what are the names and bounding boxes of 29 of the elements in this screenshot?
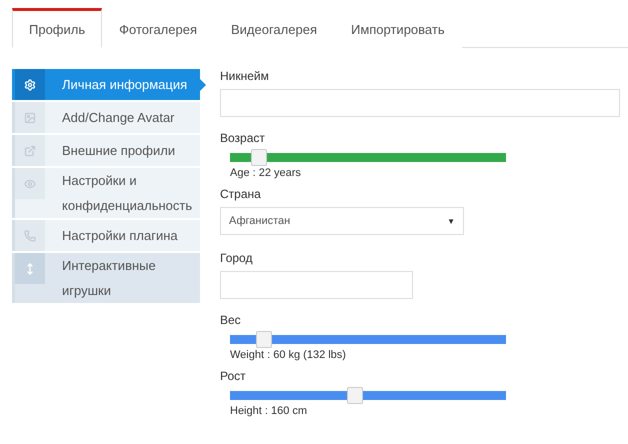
slider-thumb[interactable] bbox=[347, 387, 364, 404]
external-link-icon bbox=[24, 144, 36, 156]
sidebar-item[interactable]: Интерактивные игрушки bbox=[12, 253, 200, 303]
sidebar-item[interactable]: Внешние профили bbox=[12, 135, 200, 166]
sidebar-item[interactable]: Настройки и конфиденциальность bbox=[12, 168, 200, 218]
slider-thumb[interactable] bbox=[250, 149, 267, 166]
slider-thumb[interactable] bbox=[256, 331, 272, 348]
sidebar-item[interactable]: Личная информация bbox=[12, 69, 200, 100]
gear-icon bbox=[24, 78, 36, 90]
tab[interactable]: Профиль bbox=[12, 8, 102, 48]
field-label: Рост bbox=[220, 369, 247, 383]
input-field[interactable] bbox=[220, 89, 620, 117]
phone-icon bbox=[24, 230, 36, 242]
sidebar-item[interactable]: Настройки плагина bbox=[12, 220, 200, 251]
sidebar-item[interactable]: Add/Change Avatar bbox=[12, 102, 200, 133]
country-select[interactable]: Афганистан ▼ bbox=[220, 207, 464, 235]
field-label: Никнейм bbox=[220, 69, 270, 83]
slider-reading: Weight : 60 kg (132 lbs) bbox=[230, 349, 347, 361]
field-label: Вес bbox=[220, 313, 242, 327]
input-field[interactable] bbox=[220, 271, 413, 299]
selection-arrow-icon bbox=[200, 79, 206, 91]
slider-reading: Height : 160 cm bbox=[230, 405, 308, 417]
caret-icon: ▼ bbox=[447, 216, 455, 226]
slider-reading: Age : 22 years bbox=[230, 167, 302, 179]
field-label: Возраст bbox=[220, 131, 266, 145]
field-label: Город bbox=[220, 251, 254, 265]
eye-icon bbox=[24, 178, 36, 190]
image-icon bbox=[24, 112, 36, 124]
field-label: Страна bbox=[220, 187, 262, 201]
